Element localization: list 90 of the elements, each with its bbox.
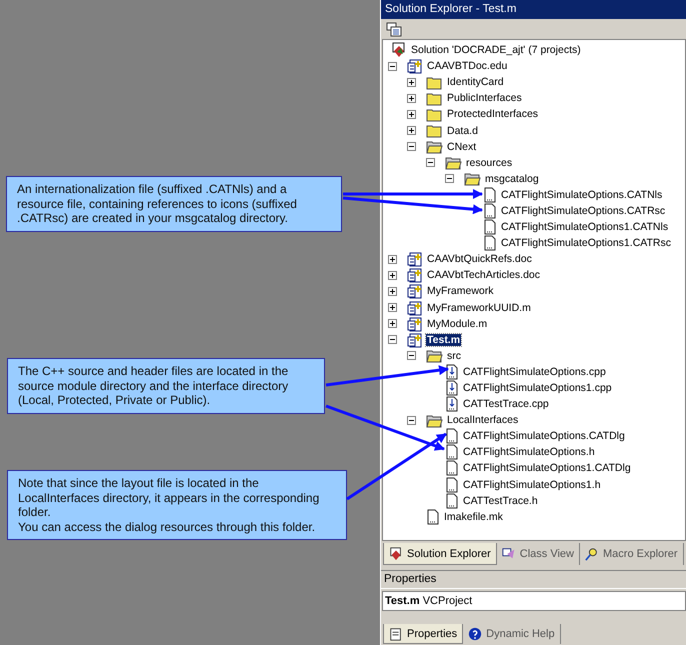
file-icon xyxy=(483,235,497,252)
tree-item[interactable]: Data.d xyxy=(446,124,479,137)
tree-item[interactable]: CATTestTrace.h xyxy=(462,494,539,507)
file-icon xyxy=(483,202,497,219)
expand-icon[interactable] xyxy=(388,319,397,328)
callout-note: Note that since the layout file is located in the LocalInterfaces directory, it appears in the corresponding folder. You can access the dialog resources through this folder. xyxy=(7,470,347,540)
panel-tab[interactable]: Macro Explorer xyxy=(580,543,684,565)
open-folder-icon xyxy=(426,348,443,364)
file-icon xyxy=(483,219,497,236)
tree-item[interactable]: CATFlightSimulateOptions.CATDlg xyxy=(462,430,626,442)
source-file-icon xyxy=(445,364,459,380)
tree-item[interactable]: IdentityCard xyxy=(446,76,505,88)
source-file-icon xyxy=(445,380,459,396)
tree-item[interactable]: LocalInterfaces xyxy=(446,414,520,426)
file-icon xyxy=(483,186,497,203)
file-icon xyxy=(445,444,459,460)
open-folder-icon xyxy=(464,171,481,186)
tree-item[interactable]: Test.m xyxy=(426,334,462,346)
open-folder-icon xyxy=(445,155,462,170)
tree-item[interactable]: CATFlightSimulateOptions1.cpp xyxy=(462,382,613,394)
panel-tab[interactable]: Dynamic Help xyxy=(463,624,561,644)
panel-tab[interactable]: Properties xyxy=(383,624,464,644)
tree-item[interactable]: CAAVbtTechArticles.doc xyxy=(426,269,542,282)
tree-item[interactable]: src xyxy=(446,350,462,362)
tree-item[interactable]: CAAVbtQuickRefs.doc xyxy=(426,253,533,266)
open-folder-icon xyxy=(426,412,443,428)
tree-item[interactable]: CATFlightSimulateOptions.CATNls xyxy=(500,188,664,201)
expand-icon[interactable] xyxy=(407,110,416,119)
tree-item[interactable]: Imakefile.mk xyxy=(443,510,504,523)
tree-item[interactable]: msgcatalog xyxy=(484,172,540,185)
tree-item[interactable]: CATFlightSimulateOptions1.CATRsc xyxy=(500,237,672,250)
tree-item[interactable]: CATFlightSimulateOptions.CATRsc xyxy=(500,204,666,217)
project-icon xyxy=(407,267,423,284)
folder-icon xyxy=(426,106,443,122)
project-icon xyxy=(407,300,423,316)
tree-item[interactable]: Solution 'DOCRADE_ajt' (7 projects) xyxy=(410,44,582,56)
open-folder-icon xyxy=(426,139,443,154)
folder-icon xyxy=(426,90,443,106)
tree-item[interactable]: CATFlightSimulateOptions.cpp xyxy=(462,366,607,378)
tree-item[interactable]: CATTestTrace.cpp xyxy=(462,398,550,410)
file-icon xyxy=(445,476,459,493)
collapse-icon[interactable] xyxy=(388,62,397,71)
callout-note: The C++ source and header files are located in the source module directory and the interface directory (Local, Protected, Private or Public). xyxy=(7,358,325,414)
tree-item[interactable]: CATFlightSimulateOptions1.h xyxy=(462,478,602,491)
expand-icon[interactable] xyxy=(407,126,416,136)
expand-icon[interactable] xyxy=(388,286,397,296)
tree-item[interactable]: CNext xyxy=(446,140,478,153)
tree-item[interactable]: MyFramework xyxy=(426,285,495,298)
tree-item[interactable]: MyModule.m xyxy=(426,318,488,330)
callout-note: An internationalization file (suffixed .CATNls) and a resource file, containing references to icons (suffixed .CATRsc) are created in your msgcatalog directory. xyxy=(6,176,342,232)
tree-item[interactable]: MyFrameworkUUID.m xyxy=(426,302,532,314)
expand-icon[interactable] xyxy=(388,270,397,280)
tree-item[interactable]: PublicInterfaces xyxy=(446,92,523,104)
help-icon xyxy=(468,627,482,641)
window-title: Solution Explorer - Test.m xyxy=(381,0,686,19)
collapse-icon[interactable] xyxy=(407,416,416,425)
magnifier-icon xyxy=(585,547,599,561)
tree-item[interactable]: CATFlightSimulateOptions.h xyxy=(462,446,596,458)
collapse-icon[interactable] xyxy=(388,335,397,344)
project-icon xyxy=(407,251,423,268)
project-icon xyxy=(407,283,423,300)
tree-item[interactable]: CAAVBTDoc.edu xyxy=(426,60,508,72)
expand-icon[interactable] xyxy=(407,78,416,87)
collapse-icon[interactable] xyxy=(445,174,454,184)
expand-icon[interactable] xyxy=(388,254,397,264)
tree-item[interactable]: resources xyxy=(465,156,514,169)
folder-icon xyxy=(426,74,443,90)
file-icon xyxy=(445,460,459,476)
panel-title: Properties xyxy=(381,570,686,589)
file-icon xyxy=(426,508,440,525)
collapse-icon[interactable] xyxy=(407,142,416,152)
source-file-icon xyxy=(445,396,459,412)
tree-item[interactable]: CATFlightSimulateOptions1.CATNls xyxy=(500,221,670,234)
expand-icon[interactable] xyxy=(407,94,416,103)
collapse-icon[interactable] xyxy=(426,158,435,168)
file-icon xyxy=(445,492,459,509)
properties-icon xyxy=(389,626,403,640)
file-icon xyxy=(445,428,459,444)
panel-tab[interactable]: Solution Explorer xyxy=(383,543,497,565)
project-icon xyxy=(407,316,423,332)
properties-icon[interactable] xyxy=(386,22,402,36)
expand-icon[interactable] xyxy=(388,303,397,312)
folder-icon xyxy=(426,123,443,138)
project-icon xyxy=(407,58,423,74)
panel-tab[interactable]: Class View xyxy=(496,543,580,565)
tree-item[interactable]: ProtectedInterfaces xyxy=(446,108,540,120)
tree-item[interactable]: CATFlightSimulateOptions1.CATDlg xyxy=(462,462,632,474)
object-selector[interactable]: Test.m VCProject xyxy=(382,591,686,611)
project-icon xyxy=(407,332,423,348)
collapse-icon[interactable] xyxy=(407,351,416,360)
